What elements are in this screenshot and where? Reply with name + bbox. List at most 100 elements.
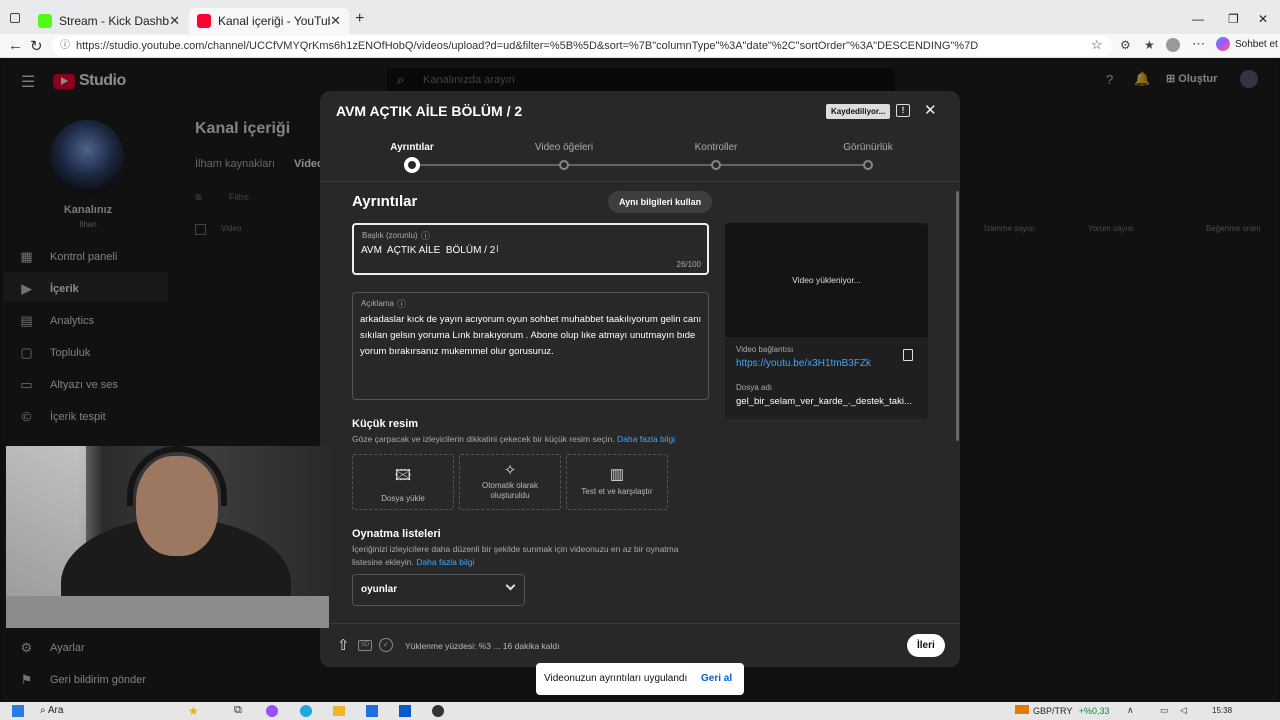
url-input[interactable]: ⓘ https://studio.youtube.com/channel/UCC… bbox=[52, 36, 1112, 56]
step-video-elements-dot[interactable] bbox=[559, 160, 569, 170]
back-icon[interactable]: ← bbox=[8, 37, 23, 54]
obs-icon[interactable] bbox=[432, 705, 444, 717]
section-title: Ayrıntılar bbox=[352, 193, 418, 210]
footer-divider bbox=[320, 623, 960, 624]
filename-label: Dosya adı bbox=[736, 383, 773, 392]
playlists-learn-more-link[interactable]: Daha fazla bilgi bbox=[416, 557, 474, 567]
taskbar-search[interactable]: ⌕ Ara bbox=[40, 705, 63, 716]
saving-badge: Kaydediliyor... bbox=[826, 104, 891, 119]
new-tab-button[interactable]: + bbox=[355, 10, 364, 28]
thumbnail-description-text: Göze çarpacak ve izleyicilerin dikkatini… bbox=[352, 434, 615, 444]
title-input-value[interactable]: AVM AÇTIK AİLE BÖLÜM / 2 bbox=[361, 245, 495, 256]
network-icon[interactable]: ▭ bbox=[1160, 705, 1169, 716]
stepper-divider bbox=[320, 181, 960, 182]
profile-avatar[interactable] bbox=[1166, 38, 1180, 52]
windows-start-icon[interactable] bbox=[12, 705, 24, 717]
step-details-dot[interactable] bbox=[404, 157, 420, 173]
reload-icon[interactable]: ↻ bbox=[30, 37, 43, 55]
tab-kick-dashboard[interactable]: Stream - Kick Dashboard ✕ bbox=[30, 8, 188, 34]
close-icon[interactable]: ✕ bbox=[169, 13, 180, 29]
ticker-change: +%0,33 bbox=[1078, 706, 1110, 716]
webcam-overlay bbox=[6, 446, 329, 628]
youtube-favicon-icon bbox=[197, 14, 211, 28]
site-info-icon[interactable]: ⓘ bbox=[60, 36, 70, 56]
edge-icon[interactable] bbox=[300, 705, 312, 717]
step-details[interactable]: Ayrıntılar bbox=[372, 142, 452, 153]
taskbar-search-label: Ara bbox=[47, 705, 64, 716]
playlists-description: İçeriğinizi izleyicilere daha düzenli bi… bbox=[352, 543, 697, 569]
tab-youtube-studio[interactable]: Kanal içeriği - YouTube Studio ✕ bbox=[189, 8, 349, 34]
description-field[interactable]: Açıklama ⓘ arkadaslar kıck de yayın acıy… bbox=[352, 292, 709, 400]
step-video-elements[interactable]: Video öğeleri bbox=[524, 142, 604, 153]
tab-label: Kanal içeriği - YouTube Studio bbox=[218, 14, 330, 28]
step-checks-dot[interactable] bbox=[711, 160, 721, 170]
video-preview-card: Video yükleniyor... Video bağlantısı htt… bbox=[725, 223, 928, 419]
video-player[interactable]: Video yükleniyor... bbox=[725, 223, 928, 337]
option-label: Otomatik olarak oluşturuldu bbox=[481, 481, 539, 500]
text-cursor-icon: I bbox=[496, 244, 499, 255]
favorite-star-icon[interactable]: ☆ bbox=[1091, 37, 1103, 53]
stepper-line bbox=[416, 164, 868, 166]
tab-actions-icon[interactable] bbox=[10, 13, 20, 23]
copy-icon[interactable] bbox=[903, 349, 913, 361]
snackbar-undo-button[interactable]: Geri al bbox=[701, 673, 732, 684]
chevron-down-icon bbox=[505, 580, 516, 591]
description-input-value[interactable]: arkadaslar kıck de yayın acıyorum oyun s… bbox=[360, 312, 702, 360]
tray-chevron-icon[interactable]: ∧ bbox=[1127, 705, 1134, 716]
copilot-taskbar-icon[interactable] bbox=[266, 705, 278, 717]
report-issue-icon[interactable]: ! bbox=[896, 104, 910, 117]
url-text: https://studio.youtube.com/channel/UCCfV… bbox=[76, 40, 979, 52]
option-label: Dosya yükle bbox=[381, 494, 425, 503]
upload-icon[interactable]: ⇧ bbox=[337, 636, 350, 654]
thumbnail-title: Küçük resim bbox=[352, 418, 419, 430]
clock[interactable]: 15:38 bbox=[1212, 706, 1232, 715]
favorites-icon[interactable]: ★ bbox=[1144, 38, 1155, 52]
task-view-icon[interactable]: ⧉ bbox=[234, 704, 242, 717]
minimize-icon[interactable]: — bbox=[1192, 12, 1204, 26]
video-link[interactable]: https://youtu.be/x3H1tmB3FZk bbox=[736, 358, 871, 369]
playlists-description-text: İçeriğinizi izleyicilere daha düzenli bi… bbox=[352, 544, 679, 567]
windows-taskbar: ⌕ Ara ★ ⧉ GBP/TRY +%0,33 ∧ ▭ ◁ 15:38 bbox=[0, 702, 1280, 720]
thumbnail-description: Göze çarpacak ve izleyicilerin dikkatini… bbox=[352, 434, 675, 444]
more-icon[interactable]: ⋯ bbox=[1192, 36, 1205, 52]
store-icon[interactable] bbox=[366, 705, 378, 717]
tab-label: Stream - Kick Dashboard bbox=[59, 14, 170, 28]
extensions-icon[interactable]: ⚙ bbox=[1120, 38, 1131, 52]
file-explorer-icon[interactable] bbox=[333, 706, 345, 716]
ticker-icon bbox=[1015, 705, 1029, 714]
step-visibility[interactable]: Görünürlük bbox=[828, 142, 908, 153]
browser-address-bar: ← ↻ ⓘ https://studio.youtube.com/channel… bbox=[0, 34, 1280, 58]
checks-icon: ✓ bbox=[379, 638, 393, 652]
copilot-label: Sohbet et bbox=[1235, 38, 1278, 50]
upload-file-option[interactable]: 🖾 Dosya yükle bbox=[352, 454, 454, 510]
copilot-button[interactable]: Sohbet et bbox=[1216, 37, 1278, 51]
step-visibility-dot[interactable] bbox=[863, 160, 873, 170]
outlook-icon[interactable] bbox=[399, 705, 411, 717]
title-char-counter: 26/100 bbox=[676, 260, 701, 269]
scrollbar[interactable] bbox=[956, 191, 959, 441]
browser-tab-bar: Stream - Kick Dashboard ✕ Kanal içeriği … bbox=[0, 0, 1280, 34]
stock-ticker[interactable]: GBP/TRY +%0,33 bbox=[1015, 705, 1109, 716]
auto-generated-option[interactable]: ✧ Otomatik olarak oluşturuldu bbox=[459, 454, 561, 510]
test-compare-option[interactable]: ▥ Test et ve karşılaştır bbox=[566, 454, 668, 510]
next-button[interactable]: İleri bbox=[907, 634, 945, 657]
step-checks[interactable]: Kontroller bbox=[676, 142, 756, 153]
playlists-title: Oynatma listeleri bbox=[352, 528, 441, 540]
upload-dialog: AVM AÇTIK AİLE BÖLÜM / 2 Kaydediliyor...… bbox=[320, 91, 960, 667]
volume-icon[interactable]: ◁ bbox=[1180, 705, 1187, 716]
help-icon[interactable]: ⓘ bbox=[421, 229, 430, 242]
webcam-desk bbox=[6, 596, 329, 628]
taskbar-widget-icon[interactable]: ★ bbox=[188, 704, 199, 718]
close-window-icon[interactable]: ✕ bbox=[1258, 12, 1268, 26]
video-loading-text: Video yükleniyor... bbox=[792, 275, 861, 285]
dialog-title: AVM AÇTIK AİLE BÖLÜM / 2 bbox=[336, 103, 523, 119]
reuse-details-button[interactable]: Aynı bilgileri kullan bbox=[608, 191, 713, 213]
close-dialog-icon[interactable]: ✕ bbox=[924, 101, 937, 119]
close-icon[interactable]: ✕ bbox=[330, 13, 341, 29]
playlist-select[interactable]: oyunlar bbox=[352, 574, 525, 606]
title-field[interactable]: Başlık (zorunlu) ⓘ AVM AÇTIK AİLE BÖLÜM … bbox=[352, 223, 709, 275]
help-icon[interactable]: ⓘ bbox=[397, 297, 406, 310]
restore-icon[interactable]: ❐ bbox=[1228, 12, 1239, 26]
thumbnail-learn-more-link[interactable]: Daha fazla bilgi bbox=[617, 434, 675, 444]
snackbar-message: Videonuzun ayrıntıları uygulandı bbox=[544, 673, 688, 684]
